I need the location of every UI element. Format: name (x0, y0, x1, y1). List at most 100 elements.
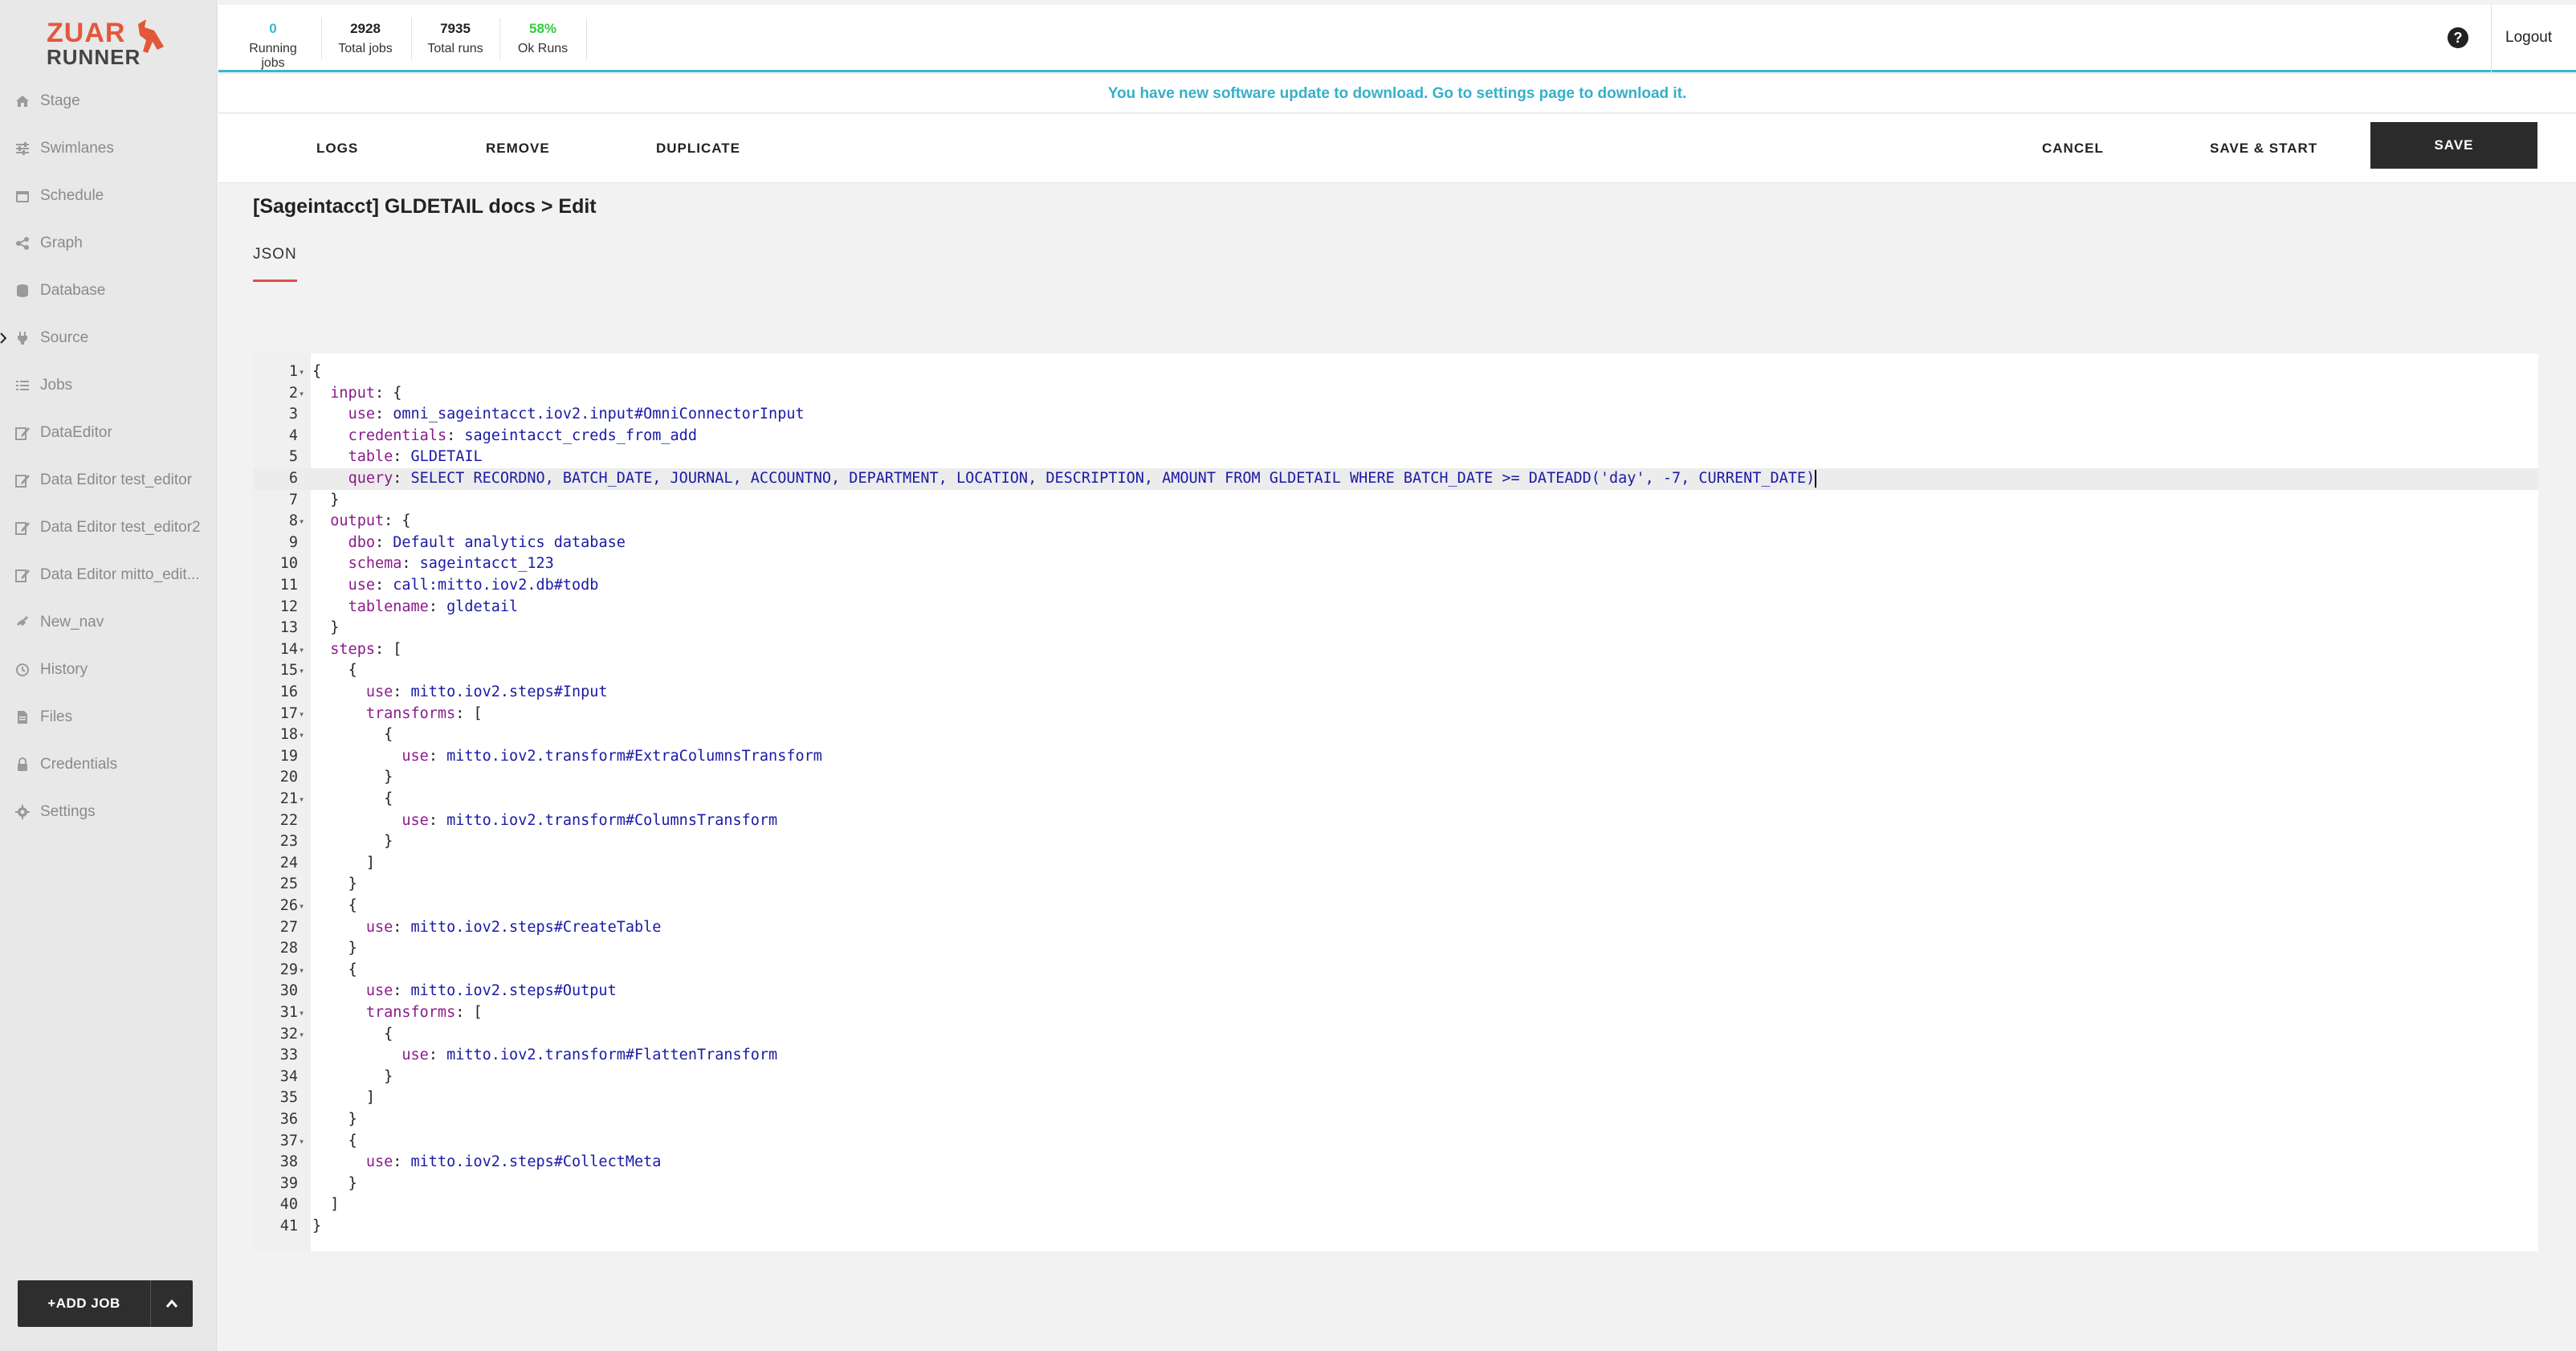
code-line[interactable]: 31 ▾ transforms: [ (253, 1002, 2538, 1024)
code-line[interactable]: 41} (253, 1216, 2538, 1238)
sidebar-item-settings[interactable]: Settings (0, 788, 217, 835)
json-value: [ (393, 640, 402, 658)
code-line[interactable]: 28 } (253, 938, 2538, 960)
plug-icon (14, 330, 31, 346)
code-line[interactable]: 11 use: call:mitto.iov2.db#todb (253, 575, 2538, 597)
code-line[interactable]: 30 use: mitto.iov2.steps#Output (253, 981, 2538, 1002)
duplicate-button[interactable]: DUPLICATE (656, 114, 740, 183)
sidebar-item-jobs[interactable]: Jobs (0, 361, 217, 409)
code-line[interactable]: 13 } (253, 618, 2538, 639)
code-line[interactable]: 33 use: mitto.iov2.transform#FlattenTran… (253, 1045, 2538, 1067)
sidebar-item-stage[interactable]: Stage (0, 77, 217, 124)
code-line[interactable]: 2 ▾ input: { (253, 383, 2538, 405)
update-banner[interactable]: You have new software update to download… (218, 75, 2576, 113)
code-line[interactable]: 21 ▾ { (253, 789, 2538, 810)
line-number: 17 (279, 704, 298, 722)
fold-toggle-icon[interactable]: ▾ (299, 1002, 308, 1024)
save-and-start-button[interactable]: SAVE & START (2210, 114, 2317, 183)
code-line[interactable]: 39 } (253, 1173, 2538, 1195)
code-line[interactable]: 34 } (253, 1067, 2538, 1088)
code-line[interactable]: 4 credentials: sageintacct_creds_from_ad… (253, 426, 2538, 447)
code-line[interactable]: 20 } (253, 767, 2538, 789)
code-line[interactable]: 15 ▾ { (253, 660, 2538, 682)
add-job-menu-toggle[interactable] (151, 1280, 193, 1327)
logs-button[interactable]: LOGS (316, 114, 358, 183)
sidebar-item-data-editor-test-editor[interactable]: Data Editor test_editor (0, 456, 217, 504)
code-line[interactable]: 36 } (253, 1109, 2538, 1131)
page-title: [Sageintacct] GLDETAIL docs > Edit (253, 195, 597, 218)
code-line[interactable]: 37 ▾ { (253, 1131, 2538, 1153)
code-line[interactable]: 1 ▾{ (253, 361, 2538, 383)
code-line[interactable]: 25 } (253, 874, 2538, 896)
code-line[interactable]: 24 ] (253, 853, 2538, 875)
code-line[interactable]: 22 use: mitto.iov2.transform#ColumnsTran… (253, 810, 2538, 832)
fold-toggle-icon[interactable]: ▾ (299, 361, 308, 383)
code-line[interactable]: 17 ▾ transforms: [ (253, 704, 2538, 725)
sidebar-item-source[interactable]: Source (0, 314, 217, 361)
code-line[interactable]: 14 ▾ steps: [ (253, 639, 2538, 661)
code-line[interactable]: 35 ] (253, 1088, 2538, 1109)
fold-toggle-icon[interactable]: ▾ (299, 789, 308, 810)
code-line[interactable]: 8 ▾ output: { (253, 511, 2538, 533)
code-line[interactable]: 19 use: mitto.iov2.transform#ExtraColumn… (253, 746, 2538, 768)
code-line[interactable]: 6 query: SELECT RECORDNO, BATCH_DATE, JO… (253, 468, 2538, 490)
code-line[interactable]: 5 table: GLDETAIL (253, 447, 2538, 468)
sidebar-item-database[interactable]: Database (0, 267, 217, 314)
fold-toggle-icon[interactable]: ▾ (299, 704, 308, 725)
fold-toggle-icon[interactable]: ▾ (299, 1024, 308, 1046)
fold-toggle-icon[interactable]: ▾ (299, 1131, 308, 1153)
json-bracket: ] (330, 1196, 340, 1214)
code-line[interactable]: 7 } (253, 490, 2538, 512)
json-code-editor[interactable]: 1 ▾{2 ▾ input: {3 use: omni_sageintacct.io… (253, 353, 2538, 1251)
sidebar-item-swimlanes[interactable]: Swimlanes (0, 124, 217, 172)
help-icon[interactable]: ? (2448, 27, 2468, 48)
code-line[interactable]: 23 } (253, 831, 2538, 853)
fold-toggle-icon[interactable]: ▾ (299, 896, 308, 917)
code-line[interactable]: 18 ▾ { (253, 724, 2538, 746)
json-value: mitto.iov2.transform#ExtraColumnsTransfo… (446, 747, 822, 765)
zuar-runner-logo[interactable]: ZUAR RUNNER (47, 19, 167, 67)
sidebar-item-data-editor-test-editor2[interactable]: Data Editor test_editor2 (0, 504, 217, 551)
save-button[interactable]: SAVE (2370, 122, 2537, 169)
code-line[interactable]: 3 use: omni_sageintacct.iov2.input#OmniC… (253, 404, 2538, 426)
logout-button[interactable]: Logout (2505, 29, 2552, 47)
code-text: use: mitto.iov2.steps#Output (365, 982, 617, 1000)
fold-toggle-icon[interactable]: ▾ (299, 511, 308, 533)
code-text: transforms: [ (365, 1004, 483, 1021)
sidebar-item-history[interactable]: History (0, 646, 217, 693)
code-line[interactable]: 40 ] (253, 1194, 2538, 1216)
line-number: 39 (279, 1174, 298, 1192)
sidebar-item-credentials[interactable]: Credentials (0, 741, 217, 788)
sidebar-item-files[interactable]: Files (0, 693, 217, 741)
sidebar-item-data-editor-mitto-edit[interactable]: Data Editor mitto_edit... (0, 551, 217, 598)
code-line[interactable]: 29 ▾ { (253, 960, 2538, 982)
add-job-button[interactable]: +ADD JOB (18, 1280, 151, 1327)
json-key: use (401, 811, 429, 829)
remove-button[interactable]: REMOVE (486, 114, 550, 183)
sidebar-item-dataeditor[interactable]: DataEditor (0, 409, 217, 456)
code-line[interactable]: 12 tablename: gldetail (253, 597, 2538, 618)
sidebar-item-graph[interactable]: Graph (0, 219, 217, 267)
code-line[interactable]: 9 dbo: Default analytics database (253, 533, 2538, 554)
code-line[interactable]: 26 ▾ { (253, 896, 2538, 917)
line-number: 2 (288, 384, 298, 402)
json-key: use (365, 918, 393, 936)
code-text: query: SELECT RECORDNO, BATCH_DATE, JOUR… (348, 470, 1817, 488)
code-line[interactable]: 16 use: mitto.iov2.steps#Input (253, 682, 2538, 704)
tab-json[interactable]: JSON (253, 246, 297, 282)
fold-toggle-icon[interactable]: ▾ (299, 960, 308, 982)
fold-toggle-icon[interactable]: ▾ (299, 660, 308, 682)
code-line[interactable]: 27 use: mitto.iov2.steps#CreateTable (253, 917, 2538, 939)
sidebar-item-new-nav[interactable]: New_nav (0, 598, 217, 646)
code-line[interactable]: 38 use: mitto.iov2.steps#CollectMeta (253, 1152, 2538, 1173)
json-bracket: } (384, 1067, 393, 1085)
code-line[interactable]: 32 ▾ { (253, 1024, 2538, 1046)
fold-toggle-icon[interactable]: ▾ (299, 724, 308, 746)
sidebar-item-schedule[interactable]: Schedule (0, 172, 217, 219)
cancel-button[interactable]: CANCEL (2042, 114, 2104, 183)
fold-toggle-icon[interactable]: ▾ (299, 383, 308, 405)
fold-toggle-icon[interactable]: ▾ (299, 639, 308, 661)
code-line[interactable]: 10 schema: sageintacct_123 (253, 553, 2538, 575)
gear-icon (14, 804, 31, 820)
json-bracket: } (348, 1111, 357, 1128)
